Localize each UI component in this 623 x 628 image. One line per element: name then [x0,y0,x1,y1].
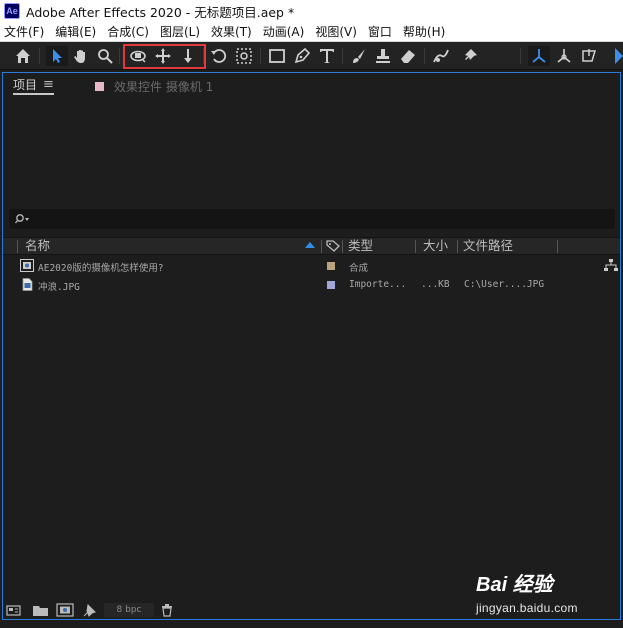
clone-stamp-tool-icon[interactable] [372,46,394,66]
flowchart-icon[interactable] [604,259,618,272]
tab-effect-controls[interactable]: 效果控件 摄像机 1 [95,77,213,95]
menu-animation[interactable]: 动画(A) [263,23,305,40]
menu-window[interactable]: 窗口 [368,23,392,40]
tab-project-label: 项目 [13,77,38,92]
item-type: 合成 [349,263,369,274]
menu-effect[interactable]: 效果(T) [211,23,252,40]
pan-camera-tool-icon[interactable] [152,46,174,66]
column-header-name[interactable]: 名称 [25,238,50,254]
column-header-path[interactable]: 文件路径 [463,238,513,254]
item-size: ...KB [421,279,450,290]
local-axis-icon[interactable] [528,46,550,66]
column-header-size[interactable]: 大小 [423,238,448,254]
menu-composition[interactable]: 合成(C) [107,23,149,40]
roto-brush-tool-icon[interactable] [430,46,452,66]
window-title: Adobe After Effects 2020 - 无标题项目.aep * [26,4,295,20]
panel-menu-icon[interactable]: ≡ [43,77,54,92]
tab-effects-label: 效果控件 摄像机 1 [114,79,214,94]
puppet-pin-tool-icon[interactable] [459,46,481,66]
tools-toolbar [0,42,623,70]
image-file-icon [22,278,33,291]
item-label-swatch[interactable] [327,281,335,289]
tab-project[interactable]: 项目 ≡ [13,77,54,95]
item-name: AE2020版的摄像机怎样使用? [38,263,164,274]
sort-ascending-icon[interactable] [305,242,315,248]
selection-tool-icon[interactable] [46,46,68,66]
zoom-tool-icon[interactable] [94,46,116,66]
watermark-logo: Bai 经验 [476,574,553,596]
project-item-row[interactable]: AE2020版的摄像机怎样使用? 合成 [3,257,603,275]
dolly-camera-tool-icon[interactable] [177,46,199,66]
project-item-row[interactable]: 冲浪.JPG Importe... ...KB C:\User....JPG [3,276,603,294]
column-header-type[interactable]: 类型 [348,238,373,254]
hand-tool-icon[interactable] [70,46,92,66]
menu-bar: 文件(F) 编辑(E) 合成(C) 图层(L) 效果(T) 动画(A) 视图(V… [0,22,623,42]
item-type: Importe... [349,279,407,290]
rectangle-tool-icon[interactable] [266,46,288,66]
label-tag-icon[interactable] [326,240,340,252]
menu-layer[interactable]: 图层(L) [160,23,200,40]
column-header-row: 名称 类型 大小 文件路径 [3,237,620,255]
pen-tool-icon[interactable] [291,46,313,66]
item-path: C:\User....JPG [464,279,545,290]
brush-tool-icon[interactable] [348,46,370,66]
watermark-url: jingyan.baidu.com [476,601,578,615]
menu-view[interactable]: 视图(V) [315,23,357,40]
menu-edit[interactable]: 编辑(E) [55,23,96,40]
new-folder-icon[interactable] [32,603,50,617]
item-name: 冲浪.JPG [38,282,80,293]
composition-icon [20,259,34,272]
baidu-jingyan-watermark: Bai 经验 jingyan.baidu.com [476,568,616,618]
type-tool-icon[interactable] [316,46,338,66]
title-bar: Ae Adobe After Effects 2020 - 无标题项目.aep … [0,0,623,22]
item-label-swatch[interactable] [327,262,335,270]
view-axis-icon[interactable] [578,46,600,66]
project-panel: 项目 ≡ 效果控件 摄像机 1 名称 类型 大小 文件路径 AE2020版的摄像… [2,72,621,620]
label-color-swatch [95,81,104,91]
project-search-input[interactable] [9,209,615,229]
trash-icon[interactable] [158,603,176,617]
pin-icon[interactable] [81,603,99,617]
rotation-tool-icon[interactable] [208,46,230,66]
menu-file[interactable]: 文件(F) [4,23,44,40]
interpret-footage-icon[interactable] [6,603,24,617]
new-composition-icon[interactable] [56,603,74,617]
after-effects-app-icon: Ae [4,3,20,19]
home-icon[interactable] [12,46,34,66]
pan-behind-tool-icon[interactable] [233,46,255,66]
orbit-camera-tool-icon[interactable] [127,46,149,66]
toolbar-overflow-icon[interactable] [612,46,623,66]
search-icon [15,214,29,224]
menu-help[interactable]: 帮助(H) [403,23,445,40]
color-depth-button[interactable]: 8 bpc [104,603,154,617]
world-axis-icon[interactable] [553,46,575,66]
eraser-tool-icon[interactable] [397,46,419,66]
